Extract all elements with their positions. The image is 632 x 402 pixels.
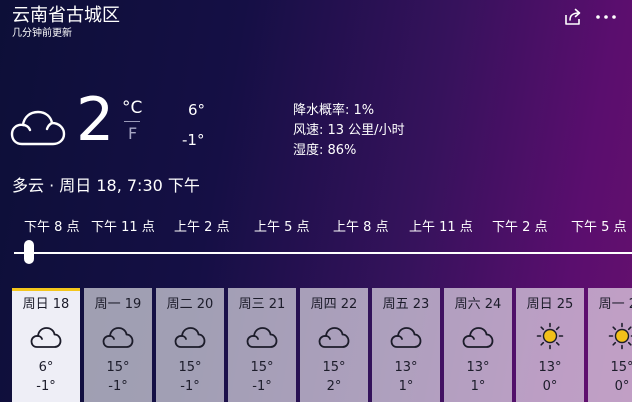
humidity-text: 湿度: 86%: [293, 143, 357, 158]
hourly-timeline-track[interactable]: [14, 252, 632, 254]
hour-label: 上午 2 点: [174, 220, 230, 235]
celsius-unit-toggle[interactable]: °C: [122, 98, 142, 118]
weather-details: 降水概率: 1% 风速: 13 公里/小时 湿度: 86%: [293, 101, 405, 161]
cloudy-icon: [102, 322, 134, 350]
location-title: 云南省古城区: [12, 5, 120, 26]
hour-label: 上午 5 点: [254, 220, 310, 235]
hour-label: 上午 8 点: [333, 220, 389, 235]
hourly-timeline-handle[interactable]: [24, 240, 34, 264]
day-high: 15°: [250, 360, 274, 375]
hour-label: 上午 11 点: [409, 220, 473, 235]
day-low: 1°: [398, 379, 414, 394]
share-icon: [565, 8, 581, 25]
day-name: 周日 25: [526, 297, 574, 312]
day-high: 15°: [322, 360, 346, 375]
day-low: -1°: [36, 379, 56, 394]
cloud-icon: [10, 104, 66, 148]
cloudy-icon: [390, 322, 422, 350]
day-low: 0°: [542, 379, 558, 394]
day-name: 周三 21: [238, 297, 286, 312]
day-low: -1°: [108, 379, 128, 394]
more-options-icon: [596, 15, 616, 19]
day-low: 0°: [614, 379, 630, 394]
day-name: 周日 18: [22, 297, 70, 312]
day-low: 2°: [326, 379, 342, 394]
day-card[interactable]: 周一 26 15° 0°: [588, 288, 632, 402]
day-name: 周六 24: [454, 297, 502, 312]
day-high: 6°: [38, 360, 54, 375]
hour-label: 下午 2 点: [492, 220, 548, 235]
last-updated-text: 几分钟前更新: [12, 28, 72, 39]
day-name: 周四 22: [310, 297, 358, 312]
today-low-temp: -1°: [182, 131, 205, 149]
day-name: 周一 19: [94, 297, 142, 312]
day-card[interactable]: 周六 24 13° 1°: [444, 288, 512, 402]
day-name: 周五 23: [382, 297, 430, 312]
day-high: 15°: [178, 360, 202, 375]
sun-icon: [534, 322, 566, 350]
day-low: -1°: [252, 379, 272, 394]
cloudy-icon: [462, 322, 494, 350]
sun-icon: [606, 322, 632, 350]
fahrenheit-unit-toggle[interactable]: F: [128, 124, 137, 144]
day-name: 周二 20: [166, 297, 214, 312]
day-high: 13°: [394, 360, 418, 375]
hour-label: 下午 5 点: [571, 220, 627, 235]
day-high: 15°: [610, 360, 632, 375]
day-card[interactable]: 周四 22 15° 2°: [300, 288, 368, 402]
day-high: 13°: [466, 360, 490, 375]
wind-text: 风速: 13 公里/小时: [293, 123, 405, 138]
cloudy-icon: [174, 322, 206, 350]
day-low: 1°: [470, 379, 486, 394]
today-high-temp: 6°: [188, 101, 206, 119]
hour-label: 下午 11 点: [91, 220, 155, 235]
day-card[interactable]: 周日 18 6° -1°: [12, 288, 80, 402]
day-card[interactable]: 周五 23 13° 1°: [372, 288, 440, 402]
hour-label: 下午 8 点: [24, 220, 80, 235]
day-high: 15°: [106, 360, 130, 375]
day-card[interactable]: 周三 21 15° -1°: [228, 288, 296, 402]
share-button[interactable]: [562, 6, 584, 28]
day-card[interactable]: 周一 19 15° -1°: [84, 288, 152, 402]
cloudy-icon: [318, 322, 350, 350]
current-temperature: 2: [76, 85, 115, 155]
cloudy-icon: [30, 322, 62, 350]
day-name: 周一 26: [598, 297, 632, 312]
cloudy-icon: [246, 322, 278, 350]
day-card[interactable]: 周二 20 15° -1°: [156, 288, 224, 402]
day-high: 13°: [538, 360, 562, 375]
precipitation-text: 降水概率: 1%: [293, 103, 375, 118]
unit-divider: [124, 121, 140, 122]
day-low: -1°: [180, 379, 200, 394]
condition-datetime: 多云 · 周日 18, 7:30 下午: [12, 176, 200, 195]
day-card[interactable]: 周日 25 13° 0°: [516, 288, 584, 402]
more-options-button[interactable]: [594, 6, 618, 28]
